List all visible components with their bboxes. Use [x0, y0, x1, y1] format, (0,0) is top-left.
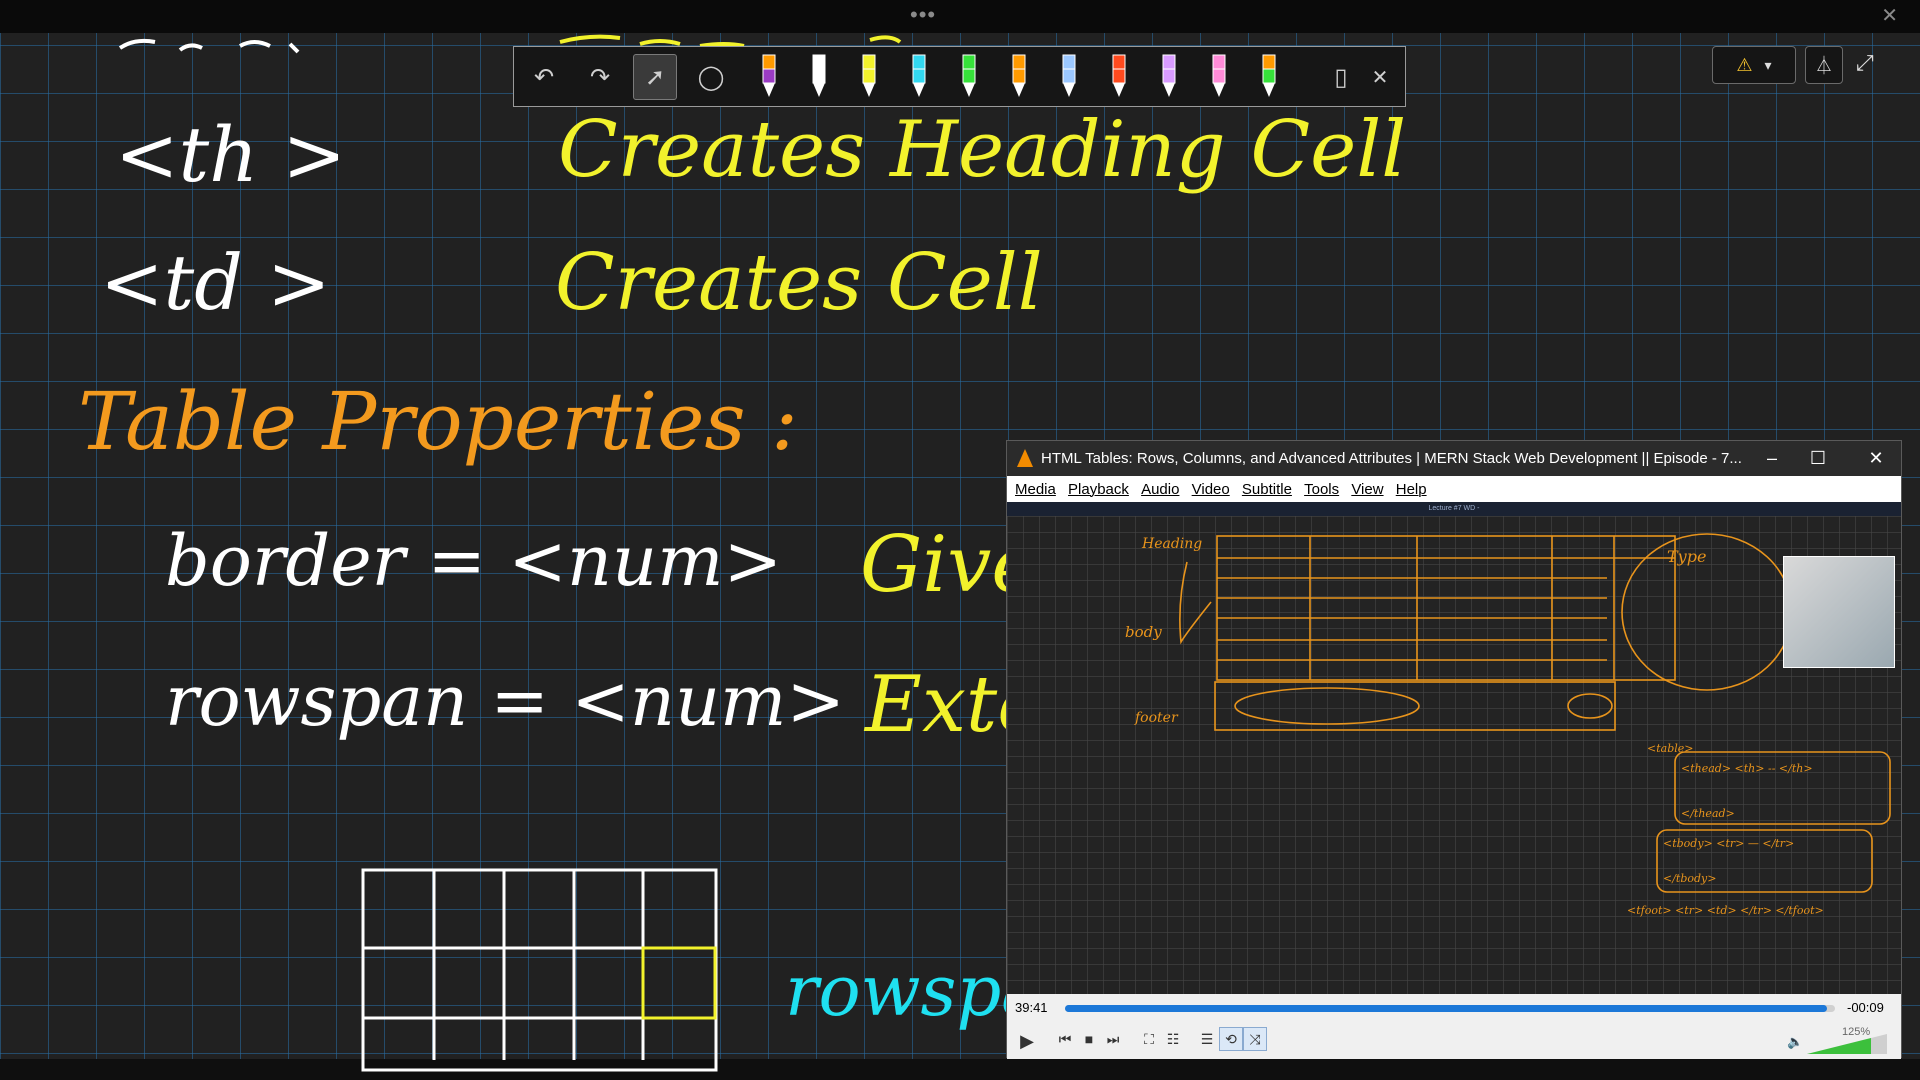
menu-tools[interactable]: Tools [1304, 481, 1339, 498]
pen-6-icon[interactable] [1008, 53, 1030, 101]
webcam-overlay [1783, 556, 1895, 668]
expand-icon[interactable]: ⤢ [1856, 50, 1874, 76]
vlc-menu-bar: Media Playback Audio Video Subtitle Tool… [1007, 476, 1901, 502]
menu-media[interactable]: Media [1015, 481, 1056, 498]
ink-icon-button[interactable]: ⏃ [1805, 46, 1843, 84]
next-icon[interactable]: ⏭ [1101, 1027, 1125, 1051]
menu-audio[interactable]: Audio [1141, 481, 1179, 498]
vlc-close-button[interactable]: ✕ [1855, 445, 1897, 471]
vlc-title-bar[interactable]: HTML Tables: Rows, Columns, and Advanced… [1007, 441, 1901, 476]
drawing-toolbar: ↶ ↷ ➚ ◯ ▯ ✕ [513, 46, 1406, 107]
video-label-table: <table> [1647, 742, 1693, 755]
volume-slider[interactable] [1807, 1034, 1897, 1054]
vlc-window: HTML Tables: Rows, Columns, and Advanced… [1006, 440, 1902, 1059]
extended-settings-icon[interactable]: ☷ [1161, 1027, 1185, 1051]
vlc-controls: 39:41 -00:09 ▶ ⏮ ■ ⏭ ⛶ ☷ ☰ ⟲ ⤨ 🔈 125% [1007, 994, 1901, 1059]
pen-11-icon[interactable] [1258, 53, 1280, 101]
seek-bar[interactable] [1065, 1005, 1835, 1012]
video-label-thead-close: </thead> [1681, 807, 1735, 820]
pen-8-icon[interactable] [1108, 53, 1130, 101]
vlc-video-area[interactable]: Lecture #7 WD - Heading body footer Type… [1007, 502, 1901, 994]
border-property: border = <num> [165, 520, 783, 602]
pen-1-icon[interactable] [758, 53, 780, 101]
stop-icon[interactable]: ■ [1077, 1027, 1101, 1051]
pen-5-icon[interactable] [958, 53, 980, 101]
video-label-thead: <thead> <th> -- </th> [1681, 762, 1813, 775]
redo-icon[interactable]: ↷ [578, 54, 622, 100]
minimize-button[interactable]: – [1751, 445, 1793, 471]
pen-2-icon[interactable] [808, 53, 830, 101]
pen-7-icon[interactable] [1058, 53, 1080, 101]
pen-4-icon[interactable] [908, 53, 930, 101]
vlc-window-title: HTML Tables: Rows, Columns, and Advanced… [1041, 450, 1742, 467]
chevron-down-icon: ▾ [1764, 56, 1772, 73]
video-label-tbody-close: </tbody> [1663, 872, 1716, 885]
pen-9-icon[interactable] [1158, 53, 1180, 101]
lasso-icon[interactable]: ◯ [689, 54, 733, 100]
drawn-table-grid [361, 868, 718, 1072]
close-icon[interactable]: ✕ [1358, 54, 1402, 100]
fullscreen-icon[interactable]: ⛶ [1137, 1027, 1161, 1051]
shuffle-icon[interactable]: ⤨ [1243, 1027, 1267, 1051]
video-label-footer: footer [1134, 710, 1179, 726]
td-description: Creates Cell [555, 238, 1043, 328]
playlist-icon[interactable]: ☰ [1195, 1027, 1219, 1051]
maximize-button[interactable]: ☐ [1797, 445, 1839, 471]
undo-icon[interactable]: ↶ [522, 54, 566, 100]
ink-top-fragment-yellow [559, 34, 902, 48]
warning-pen-icon: ⚠ [1736, 54, 1753, 75]
ink-top-fragment-white [118, 38, 300, 54]
previous-icon[interactable]: ⏮ [1053, 1027, 1077, 1051]
remaining-time: -00:09 [1847, 1000, 1884, 1015]
select-icon[interactable]: ➚ [633, 54, 677, 100]
pen-10-icon[interactable] [1208, 53, 1230, 101]
volume-icon[interactable]: 🔈 [1787, 1034, 1803, 1050]
menu-subtitle[interactable]: Subtitle [1242, 481, 1292, 498]
table-properties-title: Table Properties : [78, 375, 798, 468]
elapsed-time: 39:41 [1015, 1000, 1048, 1015]
video-label-type: Type [1667, 547, 1706, 566]
td-tag-text: <td > [100, 238, 331, 327]
play-button[interactable]: ▶ [1013, 1027, 1041, 1055]
pen-3-icon[interactable] [858, 53, 880, 101]
ink-icon: ⏃ [1815, 56, 1833, 76]
video-label-heading: Heading [1141, 536, 1202, 552]
th-description: Creates Heading Cell [558, 105, 1407, 195]
menu-help[interactable]: Help [1396, 481, 1427, 498]
loop-icon[interactable]: ⟲ [1219, 1027, 1243, 1051]
video-ink-drawing: Heading body footer Type <table> <thead>… [1125, 533, 1891, 917]
video-label-body: body [1125, 623, 1162, 641]
vlc-cone-icon [1017, 449, 1033, 467]
pen-settings-dropdown[interactable]: ⚠ ▾ [1712, 46, 1796, 84]
th-tag-text: <th > [115, 110, 347, 199]
menu-video[interactable]: Video [1192, 481, 1230, 498]
seek-bar-fill [1065, 1005, 1828, 1012]
video-label-tfoot: <tfoot> <tr> <td> </tr> </tfoot> [1627, 904, 1824, 917]
menu-playback[interactable]: Playback [1068, 481, 1129, 498]
video-label-tbody: <tbody> <tr> — </tr> [1663, 837, 1794, 850]
menu-view[interactable]: View [1351, 481, 1383, 498]
rowspan-property: rowspan = <num> [165, 660, 846, 742]
highlighted-cell [641, 946, 717, 1020]
eraser-icon[interactable]: ▯ [1319, 54, 1363, 100]
